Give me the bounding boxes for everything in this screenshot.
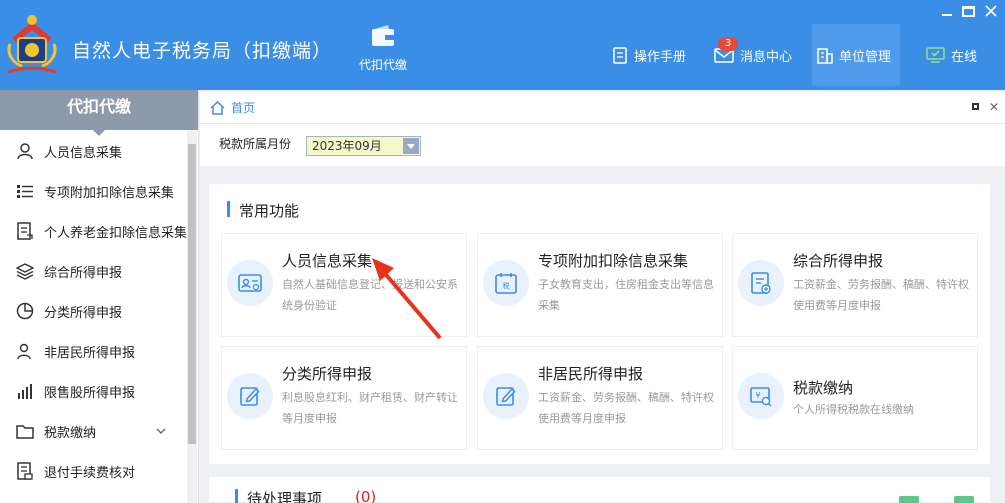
tab-controls: ✕ [971, 100, 999, 114]
sidebar-item-label: 人员信息采集 [44, 145, 123, 161]
sidebar-item-label: 专项附加扣除信息采集 [44, 185, 175, 201]
unit-management-button[interactable]: 单位管理 [812, 24, 900, 86]
monitor-check-icon [926, 46, 945, 63]
pie-chart-icon [16, 302, 34, 320]
online-status-label: 在线 [951, 49, 978, 65]
building-icon [817, 47, 833, 64]
card-description: 工资薪金、劳务报酬、稿酬、特许权使用费等月度申报 [793, 278, 969, 312]
sidebar-scrollbar[interactable] [187, 130, 197, 503]
chevron-down-icon[interactable] [156, 427, 166, 435]
common-functions-title: 常用功能 [227, 200, 299, 221]
folder-icon [16, 425, 34, 439]
breadcrumb-home[interactable]: 首页 [231, 99, 255, 116]
sidebar-item-special-deduction[interactable]: 专项附加扣除信息采集 [0, 171, 188, 211]
manual-button[interactable]: 操作手册 [612, 24, 686, 86]
maximize-icon[interactable] [962, 5, 975, 17]
minimize-icon[interactable] [942, 14, 952, 16]
sidebar-item-label: 综合所得申报 [44, 265, 123, 281]
sidebar-item-label: 非居民所得申报 [44, 345, 136, 361]
card-title: 税款缴纳 [793, 379, 854, 397]
edit-icon [483, 373, 529, 419]
sidebar-item-label: 退付手续费核对 [44, 465, 136, 481]
common-functions-panel: 常用功能 人员信息采集 自然人基础信息登记、报送和公安系统身份验证 税 专项附加… [208, 183, 991, 465]
sidebar-item-tax-payment[interactable]: 税款缴纳 [0, 411, 188, 451]
card-description: 子女教育支出，住房租金支出等信息采集 [538, 278, 714, 312]
sidebar-item-nonresident-income[interactable]: 非居民所得申报 [0, 331, 188, 371]
card-description: 自然人基础信息登记、报送和公安系统身份验证 [282, 278, 458, 312]
pending-items-title: 待处理事项 [235, 488, 322, 503]
sidebar-menu: 人员信息采集 专项附加扣除信息采集 个人养老金扣除信息采集 综合所得申报 分类所… [0, 130, 198, 491]
book-icon [613, 46, 627, 64]
scrollbar-thumb[interactable] [188, 144, 196, 444]
tax-month-label: 税款所属月份 [219, 137, 292, 151]
id-card-icon [227, 260, 273, 306]
close-tab-icon[interactable]: ✕ [989, 100, 999, 114]
wallet-icon [372, 25, 394, 46]
pending-action-icon[interactable] [899, 496, 919, 503]
bar-chart-icon [18, 384, 32, 399]
withholding-tab-label: 代扣代缴 [358, 58, 407, 72]
close-icon[interactable] [985, 5, 997, 17]
card-classified-income[interactable]: 分类所得申报 利息股息红利、财产租赁、财产转让等月度申报 [221, 346, 467, 450]
card-tax-payment[interactable]: ¥ 税款缴纳 个人所得税税款在线缴纳 [732, 346, 978, 450]
sidebar-item-restricted-shares[interactable]: 限售股所得申报 [0, 371, 188, 411]
sidebar: 代扣代缴 人员信息采集 专项附加扣除信息采集 个人养老金扣除信息采集 综合所得申… [0, 90, 199, 503]
tax-calendar-icon: 税 [483, 260, 529, 306]
person-outline-icon [17, 343, 31, 360]
message-count-badge: 3 [718, 37, 738, 51]
dropdown-arrow-icon[interactable] [403, 138, 419, 154]
sidebar-item-label: 限售股所得申报 [44, 385, 136, 401]
app-title: 自然人电子税务局（扣缴端） [72, 40, 333, 62]
sidebar-item-label: 分类所得申报 [44, 305, 123, 321]
card-personnel-info[interactable]: 人员信息采集 自然人基础信息登记、报送和公安系统身份验证 [221, 233, 467, 337]
breadcrumb: 首页 ✕ [200, 92, 1005, 124]
manual-label: 操作手册 [634, 49, 687, 65]
card-comprehensive-income[interactable]: 综合所得申报 工资薪金、劳务报酬、稿酬、特许权使用费等月度申报 [732, 233, 978, 337]
withholding-tab[interactable]: 代扣代缴 [350, 24, 416, 73]
person-icon [17, 143, 33, 160]
card-title: 综合所得申报 [793, 252, 884, 270]
card-description: 利息股息红利、财产租赁、财产转让等月度申报 [282, 391, 458, 425]
restore-tab-icon[interactable] [971, 103, 979, 110]
receipt-icon [17, 462, 33, 480]
title-bar: 自然人电子税务局（扣缴端） 代扣代缴 操作手册 消息中心 3 单位管理 在线 [0, 0, 1005, 90]
sidebar-item-comprehensive-income[interactable]: 综合所得申报 [0, 251, 188, 291]
pending-items-panel: 待处理事项 (0) [208, 476, 991, 503]
card-title: 人员信息采集 [282, 252, 373, 270]
window-controls [942, 4, 997, 18]
message-center-button[interactable]: 消息中心 [714, 24, 792, 86]
home-icon[interactable] [210, 100, 225, 115]
card-nonresident-income[interactable]: 非居民所得申报 工资薪金、劳务报酬、稿酬、特许权使用费等月度申报 [477, 346, 723, 450]
list-icon [17, 185, 33, 198]
report-icon [738, 260, 784, 306]
tax-month-value: 2023年09月 [312, 139, 382, 153]
filter-bar: 税款所属月份 2023年09月 [200, 124, 1005, 166]
sidebar-item-classified-income[interactable]: 分类所得申报 [0, 291, 188, 331]
unit-management-label: 单位管理 [839, 49, 892, 65]
card-title: 分类所得申报 [282, 365, 373, 383]
svg-text:¥: ¥ [755, 391, 760, 400]
pending-items-count: (0) [355, 488, 377, 503]
document-icon [17, 222, 33, 240]
sidebar-item-label: 个人养老金扣除信息采集 [44, 225, 188, 241]
pending-action-icon[interactable] [954, 496, 974, 503]
tax-month-select[interactable]: 2023年09月 [306, 136, 421, 156]
card-title: 专项附加扣除信息采集 [538, 252, 689, 270]
sidebar-item-refund-fee[interactable]: 退付手续费核对 [0, 451, 188, 491]
card-description: 个人所得税税款在线缴纳 [793, 403, 914, 416]
sidebar-item-pension-deduction[interactable]: 个人养老金扣除信息采集 [0, 211, 188, 251]
card-title: 非居民所得申报 [538, 365, 644, 383]
svg-text:税: 税 [503, 281, 510, 290]
card-description: 工资薪金、劳务报酬、稿酬、特许权使用费等月度申报 [538, 391, 714, 425]
edit-icon [227, 373, 273, 419]
sidebar-title: 代扣代缴 [0, 90, 198, 136]
sidebar-item-personnel-info[interactable]: 人员信息采集 [0, 131, 188, 171]
payment-icon: ¥ [738, 373, 784, 419]
online-status-button[interactable]: 在线 [926, 24, 977, 86]
tax-emblem-logo [4, 8, 60, 82]
message-center-label: 消息中心 [740, 49, 793, 65]
card-special-deduction[interactable]: 税 专项附加扣除信息采集 子女教育支出，住房租金支出等信息采集 [477, 233, 723, 337]
sidebar-item-label: 税款缴纳 [44, 425, 97, 441]
layers-icon [16, 263, 34, 280]
